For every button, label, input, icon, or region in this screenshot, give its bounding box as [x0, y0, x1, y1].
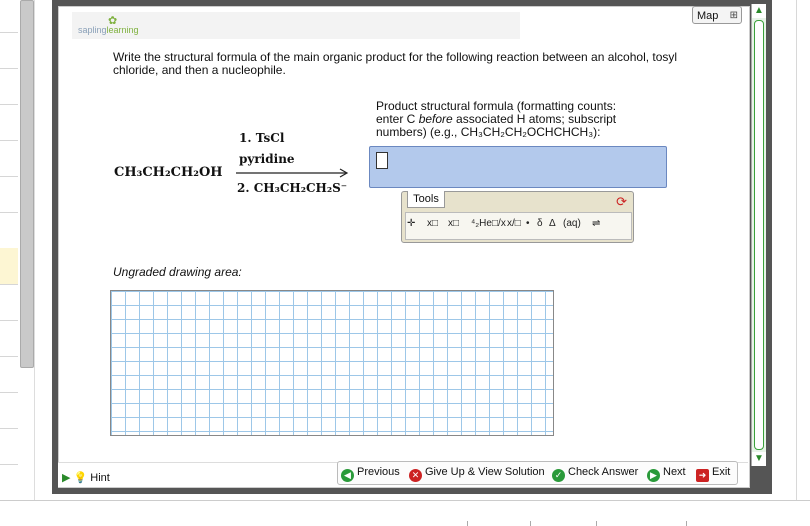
x-circle-icon: ✕: [409, 469, 422, 482]
left-scrollbar[interactable]: [20, 0, 34, 368]
isotope-button[interactable]: ⁴₂He: [471, 218, 492, 229]
list-row[interactable]: [0, 284, 18, 321]
ungraded-label: Ungraded drawing area:: [113, 265, 242, 279]
map-button-label: Map: [697, 10, 719, 22]
reactant-formula: CH₃CH₂CH₂OH: [114, 165, 223, 180]
question-scrollbar[interactable]: ▲ ▼: [751, 4, 766, 466]
footer-divider: [467, 521, 468, 526]
sitemap-icon: ⊞: [729, 10, 738, 21]
answer-instructions: Product structural formula (formatting c…: [376, 100, 646, 139]
refresh-icon[interactable]: ⟳: [616, 194, 627, 210]
list-row[interactable]: [0, 0, 18, 33]
equilibrium-button[interactable]: ⇌: [592, 218, 600, 229]
map-button[interactable]: Map ⊞: [692, 6, 742, 24]
logo-text-a: sapling: [78, 25, 107, 35]
assignment-list-pane: [0, 0, 35, 500]
list-row[interactable]: [0, 212, 18, 249]
list-row[interactable]: [0, 176, 18, 213]
tools-tab[interactable]: Tools: [407, 191, 445, 208]
delta-small-button[interactable]: δ: [537, 218, 543, 229]
delta-button[interactable]: Δ: [549, 218, 556, 229]
list-row[interactable]: [0, 32, 18, 69]
tools-palette: Tools ⟳: [401, 191, 634, 243]
give-up-label: Give Up & View Solution: [425, 466, 545, 478]
next-button[interactable]: ▶ Next: [647, 464, 686, 482]
list-row[interactable]: [0, 356, 18, 393]
sapling-learning-logo: ✿ saplinglearning: [72, 12, 520, 39]
fraction-top-button[interactable]: □/x: [492, 218, 506, 229]
footer-divider: [596, 521, 597, 526]
list-row[interactable]: [0, 140, 18, 177]
text-cursor: [376, 152, 388, 169]
lightbulb-icon: 💡: [73, 472, 88, 484]
right-divider: [796, 0, 797, 500]
reaction-arrow-icon: [236, 168, 349, 178]
list-row[interactable]: [0, 428, 18, 465]
next-label: Next: [663, 466, 686, 478]
footer-bar: [0, 500, 810, 526]
list-row[interactable]: [0, 392, 18, 429]
hint-toggle[interactable]: ▶ 💡 Hint: [62, 471, 110, 484]
hint-label: Hint: [90, 472, 110, 484]
question-text: Write the structural formula of the main…: [113, 50, 678, 77]
give-up-button[interactable]: ✕ Give Up & View Solution: [409, 464, 545, 482]
reagent-step-1-solvent: pyridine: [239, 152, 295, 166]
scrollbar-thumb[interactable]: [754, 20, 764, 450]
instructions-line-2b: associated H atoms; subscript: [452, 112, 617, 126]
list-row-selected[interactable]: [0, 248, 18, 285]
drawing-grid[interactable]: [110, 290, 554, 436]
reagent-step-1: 1. TsCl: [239, 131, 285, 145]
scroll-up-icon[interactable]: ▲: [752, 4, 766, 18]
previous-label: Previous: [357, 466, 400, 478]
check-icon: ✓: [552, 469, 565, 482]
footer-divider: [530, 521, 531, 526]
check-answer-label: Check Answer: [568, 466, 639, 478]
previous-icon: ◀: [341, 469, 354, 482]
list-row[interactable]: [0, 68, 18, 105]
logo-text-b: learning: [106, 25, 139, 35]
list-row[interactable]: [0, 320, 18, 357]
answer-input[interactable]: [369, 146, 667, 188]
bullet-button[interactable]: •: [526, 218, 530, 229]
instructions-line-3: numbers) (e.g., CH₃CH₂CH₂OCHCHCH₃):: [376, 125, 601, 139]
aqueous-button[interactable]: (aq): [563, 218, 581, 229]
scroll-down-icon[interactable]: ▼: [752, 452, 766, 466]
exit-label: Exit: [712, 466, 731, 478]
instructions-line-1: Product structural formula (formatting c…: [376, 99, 617, 113]
subscript-button[interactable]: x□: [448, 218, 459, 229]
instructions-emphasis: before: [418, 112, 453, 126]
footer-divider: [686, 521, 687, 526]
move-icon[interactable]: ✛: [407, 218, 415, 229]
reagent-step-2: 2. CH₃CH₂CH₂S⁻: [237, 181, 348, 195]
expand-triangle-icon: ▶: [62, 472, 71, 484]
previous-button[interactable]: ◀ Previous: [341, 464, 400, 482]
exit-button[interactable]: ➜ Exit: [696, 464, 731, 482]
next-icon: ▶: [647, 469, 660, 482]
exit-icon: ➜: [696, 469, 709, 482]
superscript-button[interactable]: x□: [427, 218, 438, 229]
instructions-line-2a: enter C: [376, 112, 419, 126]
check-answer-button[interactable]: ✓ Check Answer: [552, 464, 639, 482]
fraction-bottom-button[interactable]: x/□: [507, 218, 521, 229]
list-row[interactable]: [0, 104, 18, 141]
